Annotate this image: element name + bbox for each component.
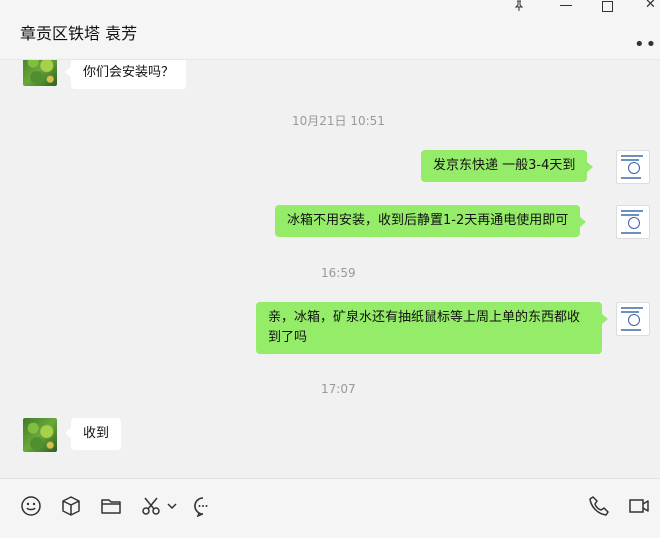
outgoing-message[interactable]: 亲，冰箱，矿泉水还有抽纸鼠标等上周上单的东西都收到了吗	[256, 302, 608, 354]
outgoing-message[interactable]: 冰箱不用安装，收到后静置1-2天再通电使用即可	[275, 205, 587, 237]
incoming-message[interactable]: 收到	[64, 418, 122, 450]
outgoing-message[interactable]: 发京东快递 一般3-4天到	[421, 150, 594, 182]
pin-icon[interactable]	[513, 0, 525, 14]
chat-history-icon[interactable]	[192, 495, 214, 517]
sticker-box-icon[interactable]	[60, 495, 82, 517]
timestamp: 17:07	[321, 382, 356, 396]
self-avatar[interactable]	[616, 150, 650, 184]
timestamp: 16:59	[321, 266, 356, 280]
contact-avatar[interactable]	[23, 418, 57, 452]
contact-avatar[interactable]	[23, 60, 57, 86]
incoming-message[interactable]: 你们会安装吗？	[64, 60, 187, 89]
self-avatar[interactable]	[616, 302, 650, 336]
close-icon[interactable]: ✕	[645, 0, 656, 13]
minimize-icon[interactable]	[560, 5, 572, 6]
self-avatar[interactable]	[616, 205, 650, 239]
chat-title: 章贡区铁塔 袁芳	[20, 24, 138, 43]
title-bar: 章贡区铁塔 袁芳 ✕ •••	[0, 0, 660, 60]
folder-icon[interactable]	[100, 495, 122, 517]
scissors-icon[interactable]	[140, 495, 162, 517]
more-icon[interactable]: •••	[634, 34, 660, 55]
video-call-icon[interactable]	[628, 495, 650, 517]
input-toolbar	[0, 478, 660, 538]
emoji-icon[interactable]	[20, 495, 42, 517]
timestamp: 10月21日 10:51	[292, 114, 385, 128]
maximize-icon[interactable]	[602, 1, 613, 12]
phone-icon[interactable]	[588, 495, 610, 517]
chat-area[interactable]: 你们会安装吗？ 10月21日 10:51 发京东快递 一般3-4天到 冰箱不用安…	[0, 60, 660, 478]
chevron-down-icon[interactable]	[166, 495, 178, 517]
